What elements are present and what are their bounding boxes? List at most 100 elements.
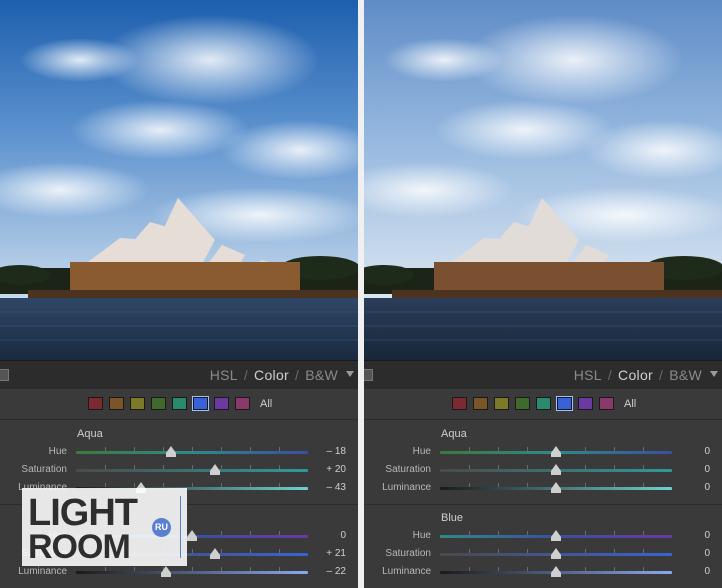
slider-row-luminance: Luminance 0	[364, 564, 722, 582]
panel-menu-triangle-icon[interactable]	[710, 371, 718, 377]
slider-knob[interactable]	[551, 530, 561, 541]
slider-value[interactable]: 0	[704, 482, 710, 493]
slider-tick	[643, 465, 644, 469]
slider-value[interactable]: + 20	[326, 464, 346, 475]
slider-tick	[614, 549, 615, 553]
color-swatch[interactable]	[494, 397, 509, 410]
slider-tick	[469, 483, 470, 487]
slider-track[interactable]	[440, 530, 672, 541]
slider-value[interactable]: 0	[704, 548, 710, 559]
slider-value[interactable]: 0	[704, 464, 710, 475]
panel-collapse-icon[interactable]	[364, 369, 373, 381]
slider-row-saturation: Saturation 0	[364, 462, 722, 480]
hsl-group: Blue Hue 0 Saturation 0 Luminance 0	[364, 504, 722, 588]
slider-tick	[643, 567, 644, 571]
slider-tick	[105, 447, 106, 451]
slider-track[interactable]	[440, 482, 672, 493]
slider-tick	[279, 447, 280, 451]
color-swatch[interactable]	[473, 397, 488, 410]
tab-hsl[interactable]: HSL	[574, 367, 602, 383]
group-title: Aqua	[77, 428, 103, 440]
slider-track[interactable]	[76, 464, 308, 475]
color-swatch[interactable]	[130, 397, 145, 410]
slider-track[interactable]	[76, 446, 308, 457]
panel-tabs: HSL / Color / B&W	[574, 367, 702, 383]
slider-track[interactable]	[440, 464, 672, 475]
slider-tick	[221, 531, 222, 535]
slider-value[interactable]: + 21	[326, 548, 346, 559]
panel-collapse-icon[interactable]	[0, 369, 9, 381]
color-swatch[interactable]	[599, 397, 614, 410]
slider-track[interactable]	[440, 566, 672, 577]
slider-tick	[614, 483, 615, 487]
all-colors-button[interactable]: All	[260, 398, 272, 410]
lightroom-ru-logo: LIGHT ROOM RU	[22, 488, 187, 566]
slider-tick	[192, 465, 193, 469]
slider-value[interactable]: 0	[340, 530, 346, 541]
color-swatch[interactable]	[88, 397, 103, 410]
slider-label: Hue	[48, 446, 67, 457]
group-title: Blue	[441, 512, 464, 524]
slider-tick	[250, 483, 251, 487]
slider-label: Saturation	[385, 548, 431, 559]
slider-knob[interactable]	[551, 464, 561, 475]
slider-tick	[614, 465, 615, 469]
slider-knob[interactable]	[551, 566, 561, 577]
slider-label: Luminance	[18, 566, 67, 577]
slider-knob[interactable]	[551, 548, 561, 559]
slider-value[interactable]: – 22	[327, 566, 346, 577]
slider-tick	[279, 465, 280, 469]
slider-track[interactable]	[440, 548, 672, 559]
tab-separator: /	[243, 367, 249, 383]
slider-track[interactable]	[76, 566, 308, 577]
slider-knob[interactable]	[166, 446, 176, 457]
slider-row-luminance: Luminance 0	[364, 480, 722, 498]
tab-color[interactable]: Color	[254, 367, 289, 383]
panel-menu-triangle-icon[interactable]	[346, 371, 354, 377]
slider-tick	[192, 567, 193, 571]
slider-row-saturation: Saturation + 20	[0, 462, 358, 480]
slider-knob[interactable]	[551, 446, 561, 457]
tab-separator: /	[295, 367, 300, 383]
slider-value[interactable]: – 18	[327, 446, 346, 457]
color-swatch[interactable]	[536, 397, 551, 410]
right-photo	[364, 0, 722, 360]
slider-value[interactable]: 0	[704, 446, 710, 457]
tab-bw[interactable]: B&W	[669, 367, 702, 383]
slider-value[interactable]: 0	[704, 566, 710, 577]
logo-line2: ROOM	[28, 528, 131, 566]
slider-tick	[643, 483, 644, 487]
all-colors-button[interactable]: All	[624, 398, 636, 410]
slider-label: Saturation	[385, 464, 431, 475]
slider-tick	[643, 549, 644, 553]
slider-value[interactable]: – 43	[327, 482, 346, 493]
color-swatch[interactable]	[192, 396, 209, 411]
slider-knob[interactable]	[551, 482, 561, 493]
slider-knob[interactable]	[161, 566, 171, 577]
slider-tick	[585, 549, 586, 553]
color-swatch[interactable]	[109, 397, 124, 410]
color-swatch[interactable]	[578, 397, 593, 410]
color-swatch[interactable]	[151, 397, 166, 410]
slider-tick	[498, 465, 499, 469]
slider-knob[interactable]	[210, 464, 220, 475]
color-swatch[interactable]	[235, 397, 250, 410]
color-swatch[interactable]	[172, 397, 187, 410]
slider-knob[interactable]	[187, 530, 197, 541]
color-swatch[interactable]	[556, 396, 573, 411]
color-swatch[interactable]	[452, 397, 467, 410]
slider-knob[interactable]	[210, 548, 220, 559]
slider-value[interactable]: 0	[704, 530, 710, 541]
color-swatch[interactable]	[515, 397, 530, 410]
slider-tick	[192, 447, 193, 451]
slider-tick	[134, 483, 135, 487]
logo-line1: LIGHT	[28, 492, 138, 534]
slider-tick	[469, 549, 470, 553]
tab-hsl[interactable]: HSL	[210, 367, 238, 383]
logo-divider	[180, 496, 181, 558]
color-swatch[interactable]	[214, 397, 229, 410]
tab-color[interactable]: Color	[618, 367, 653, 383]
tab-bw[interactable]: B&W	[305, 367, 338, 383]
slider-track[interactable]	[440, 446, 672, 457]
slider-tick	[469, 447, 470, 451]
